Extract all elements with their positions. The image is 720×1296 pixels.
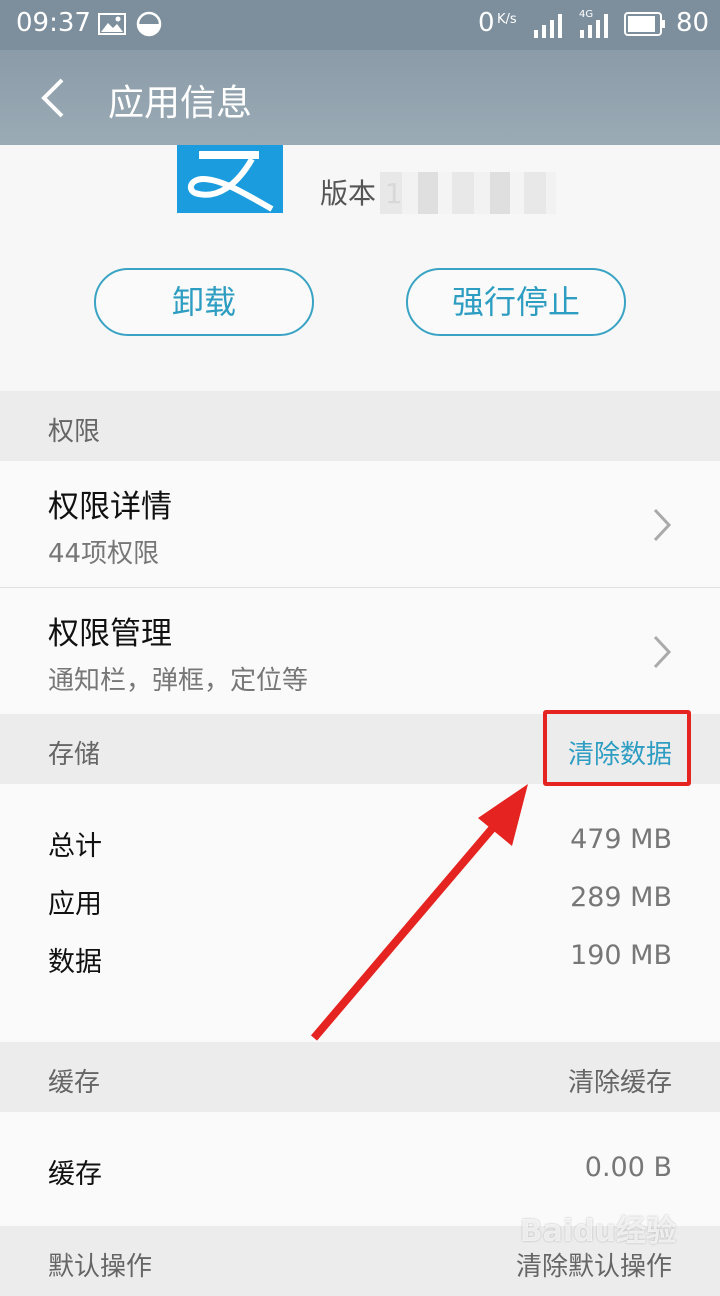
clear-defaults-button[interactable]: 清除默认操作 xyxy=(516,1246,672,1283)
app-logo-glyph-icon xyxy=(187,151,274,212)
uninstall-button[interactable]: 卸载 xyxy=(94,268,314,336)
row-subtitle: 通知栏，弹框，定位等 xyxy=(48,666,309,696)
cache-label: 缓存 xyxy=(48,1159,102,1190)
row-subtitle: 44项权限 xyxy=(48,539,160,569)
section-label: 缓存 xyxy=(48,1068,101,1098)
section-label: 默认操作 xyxy=(48,1252,153,1282)
network-speed: 0 xyxy=(478,8,495,38)
network-type: 4G xyxy=(579,9,594,20)
watermark: Baidu经验 xyxy=(519,1214,676,1249)
cache-section-header: 缓存 清除缓存 xyxy=(0,1042,720,1112)
do-not-disturb-icon xyxy=(136,11,162,37)
storage-value: 479 MB xyxy=(570,824,672,855)
storage-value: 289 MB xyxy=(570,882,672,913)
storage-label: 数据 xyxy=(48,947,102,978)
clock: 09:37 xyxy=(16,8,91,38)
cache-row: 缓存 0.00 B xyxy=(0,1152,720,1200)
permission-management-row[interactable]: 权限管理 通知栏，弹框，定位等 xyxy=(0,588,720,714)
section-label: 权限 xyxy=(48,417,101,447)
app-icon xyxy=(177,145,283,213)
row-title: 权限详情 xyxy=(48,489,172,525)
page-title: 应用信息 xyxy=(108,83,253,124)
section-label: 存储 xyxy=(48,740,101,770)
force-stop-button[interactable]: 强行停止 xyxy=(406,268,626,336)
storage-label: 应用 xyxy=(48,889,102,920)
back-arrow-icon[interactable] xyxy=(36,76,76,120)
battery-icon xyxy=(624,12,665,36)
storage-value: 190 MB xyxy=(570,940,672,971)
storage-label: 总计 xyxy=(48,831,102,862)
battery-percent: 80 xyxy=(676,8,710,38)
chevron-right-icon xyxy=(653,508,672,542)
cache-value: 0.00 B xyxy=(584,1152,672,1183)
image-notification-icon xyxy=(98,13,126,35)
clear-cache-button[interactable]: 清除缓存 xyxy=(568,1062,672,1099)
red-arrow-icon xyxy=(310,784,528,1041)
permissions-section-header: 权限 xyxy=(0,391,720,461)
permission-details-row[interactable]: 权限详情 44项权限 xyxy=(0,461,720,587)
blurred-version-number xyxy=(380,172,556,214)
row-title: 权限管理 xyxy=(48,616,172,652)
status-bar: 09:37 0 K/s 4G 80 xyxy=(0,0,720,50)
title-bar: 应用信息 xyxy=(0,50,720,145)
chevron-right-icon xyxy=(653,635,672,669)
clear-data-highlight-box xyxy=(543,710,691,786)
signal-icon xyxy=(534,14,562,38)
network-speed-unit: K/s xyxy=(497,12,517,27)
